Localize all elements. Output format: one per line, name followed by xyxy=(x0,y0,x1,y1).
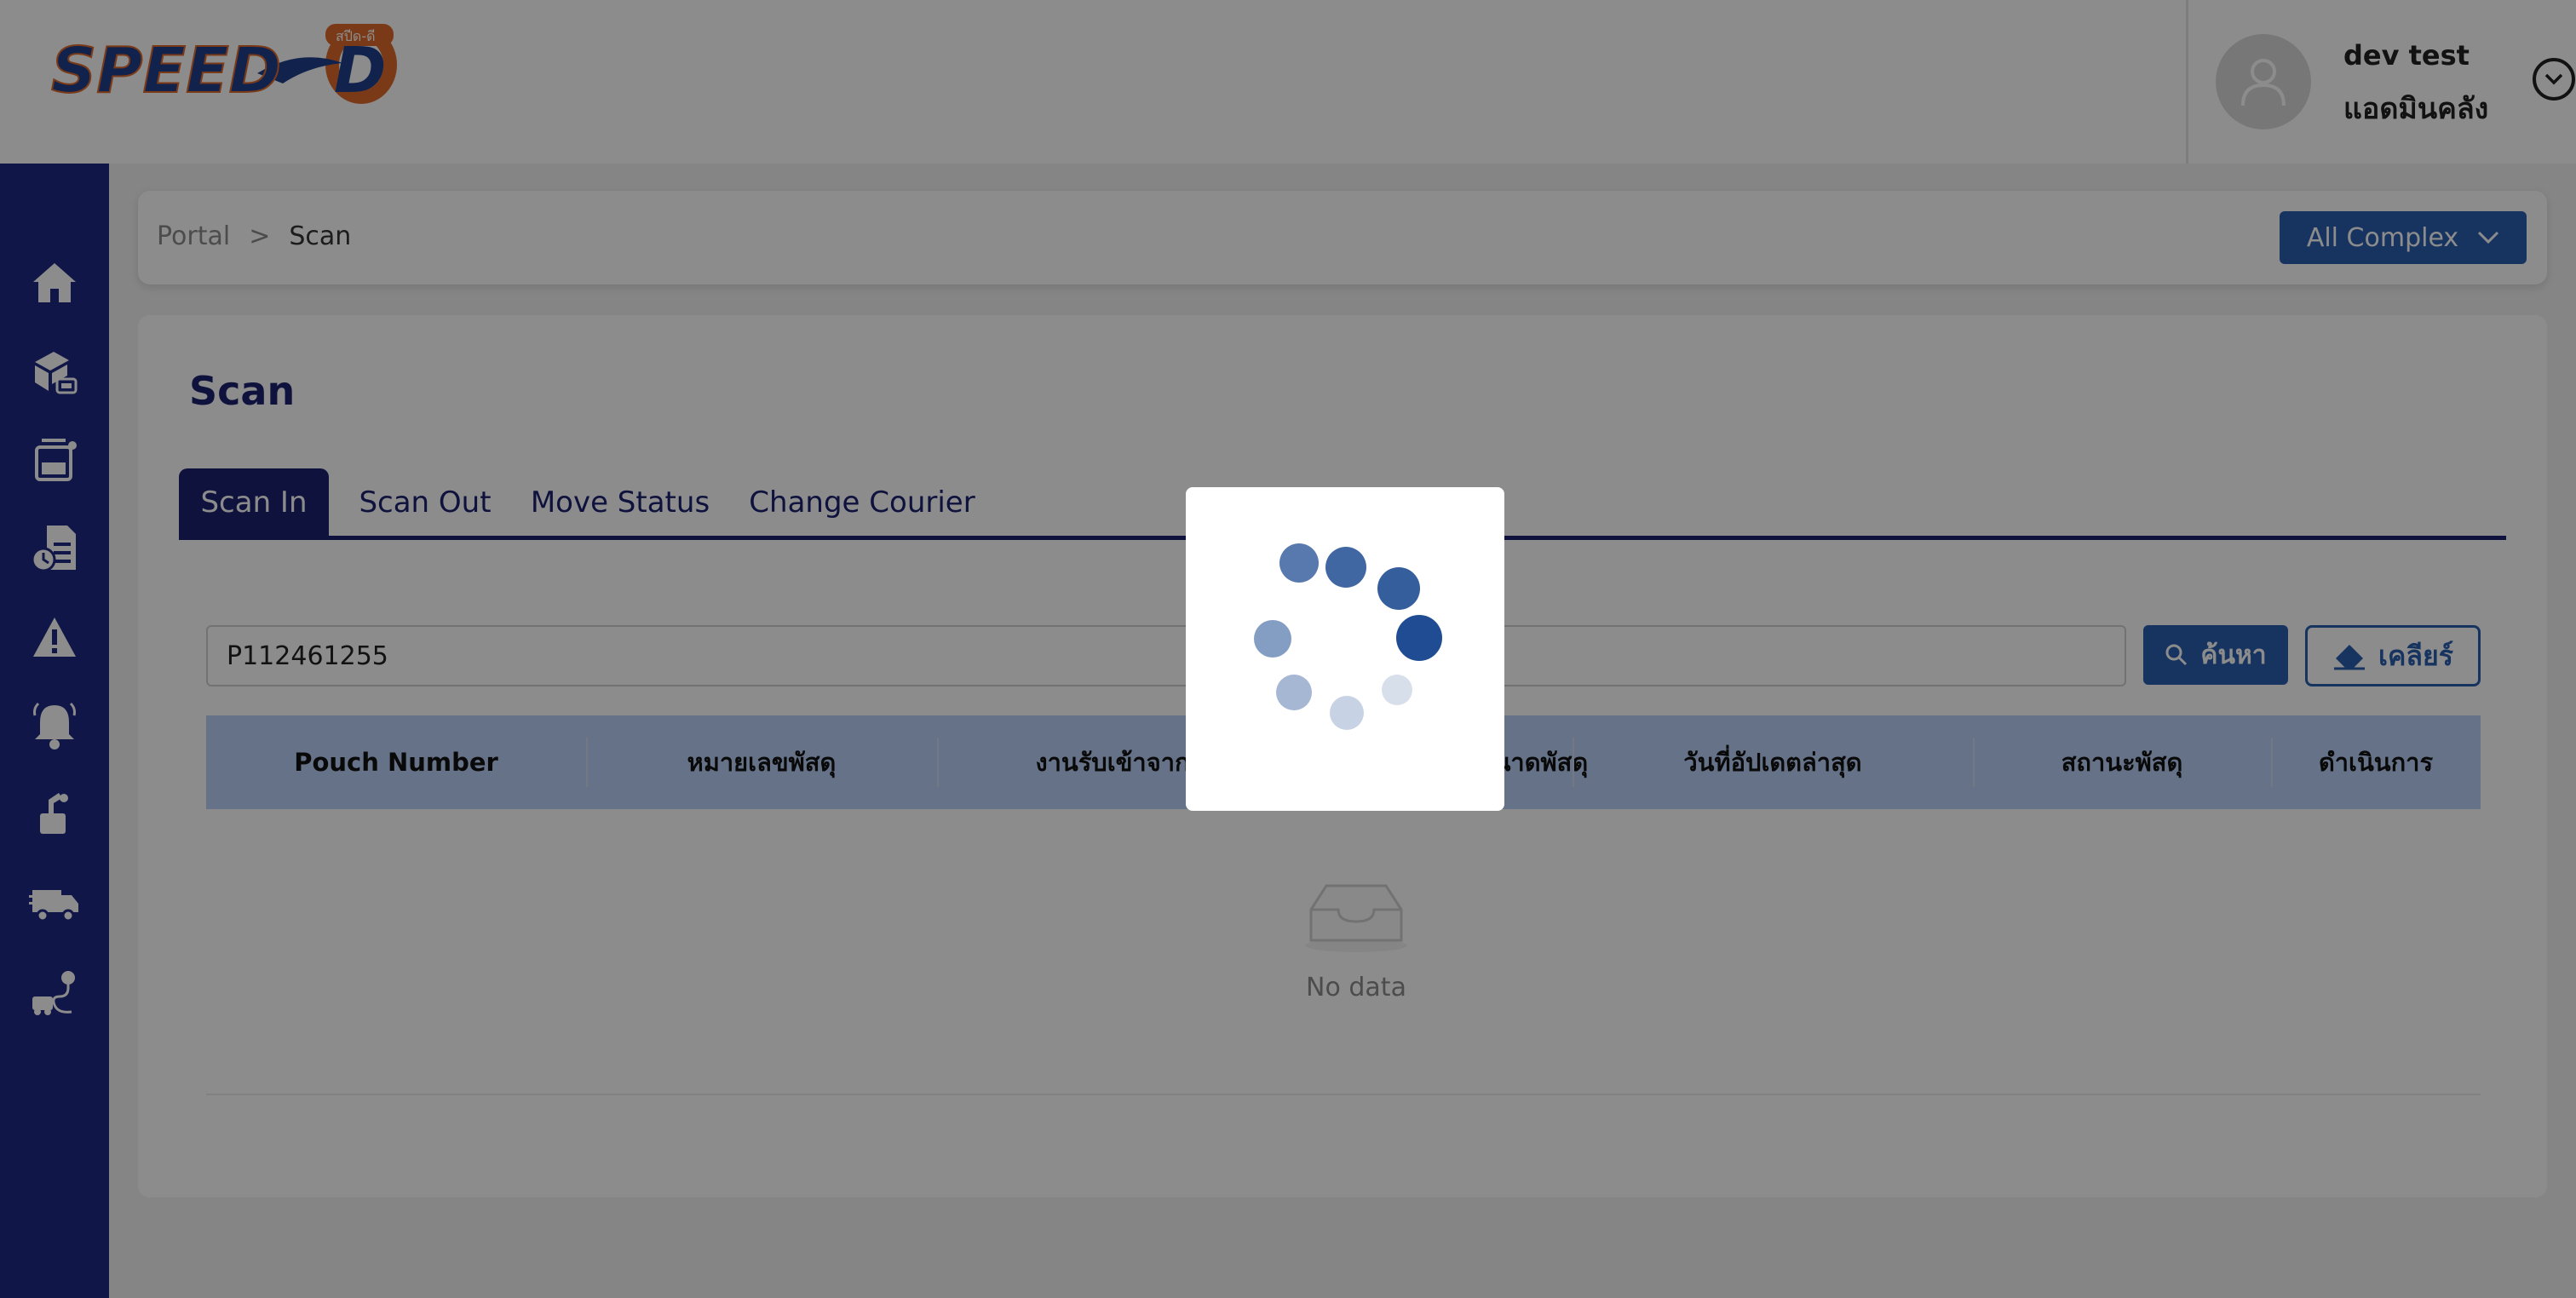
loading-dialog xyxy=(1186,487,1504,811)
spinner-dot xyxy=(1382,675,1412,705)
spinner-dot xyxy=(1276,675,1312,710)
spinner-dot xyxy=(1377,567,1420,610)
spinner-dot xyxy=(1325,547,1366,588)
spinner-dot xyxy=(1396,615,1442,661)
spinner-dot xyxy=(1330,696,1364,730)
spinner-dot xyxy=(1279,543,1319,583)
spinner-dot xyxy=(1254,620,1291,658)
